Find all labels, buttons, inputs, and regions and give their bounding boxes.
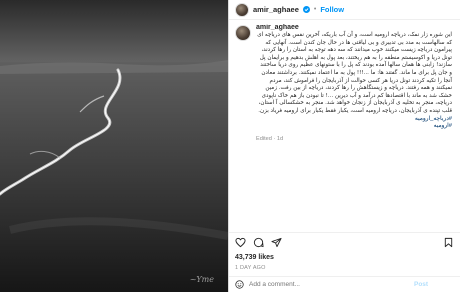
verified-badge-icon (302, 6, 310, 13)
edited-timestamp: Edited · 1d (256, 135, 284, 142)
lake-landscape-image (0, 0, 228, 292)
post-time: 1 DAY AGO (235, 265, 266, 271)
share-icon[interactable] (271, 237, 282, 248)
follow-button[interactable]: Follow (320, 5, 344, 14)
header-separator: • (313, 6, 317, 13)
avatar[interactable] (235, 2, 249, 17)
post-header: amir_aghaee • Follow (229, 0, 460, 20)
comment-icon[interactable] (253, 237, 264, 248)
emoji-icon[interactable] (235, 280, 244, 289)
likes-count[interactable]: 43,739 likes (235, 254, 274, 261)
post-photo[interactable]: ~Yme (0, 0, 228, 292)
caption-avatar[interactable] (235, 25, 251, 41)
photo-signature: ~Yme (189, 275, 214, 284)
bookmark-icon[interactable] (443, 237, 454, 248)
caption-body: amir_aghaee این شوره زار نمک، دریاچه ارو… (256, 24, 452, 174)
post-comment-button[interactable]: Post (414, 281, 428, 288)
heart-icon[interactable] (235, 237, 246, 248)
instagram-post: ~Yme amir_aghaee • Follow amir_aghaee ای… (0, 0, 460, 292)
comment-row: Post (229, 276, 460, 292)
caption-text: این شوره زار نمک، دریاچه ارومیه است، و آ… (257, 32, 452, 114)
caption-area: amir_aghaee این شوره زار نمک، دریاچه ارو… (235, 24, 454, 174)
header-username[interactable]: amir_aghaee (253, 5, 299, 14)
hashtag-link[interactable]: #ارومیه (256, 123, 452, 131)
post-side-panel: amir_aghaee • Follow amir_aghaee این شور… (229, 0, 460, 292)
caption-username[interactable]: amir_aghaee (256, 24, 452, 31)
hashtag-link[interactable]: #دریاچه_ارومیه (256, 116, 452, 124)
comment-input[interactable] (249, 281, 409, 288)
action-bar (229, 232, 460, 252)
